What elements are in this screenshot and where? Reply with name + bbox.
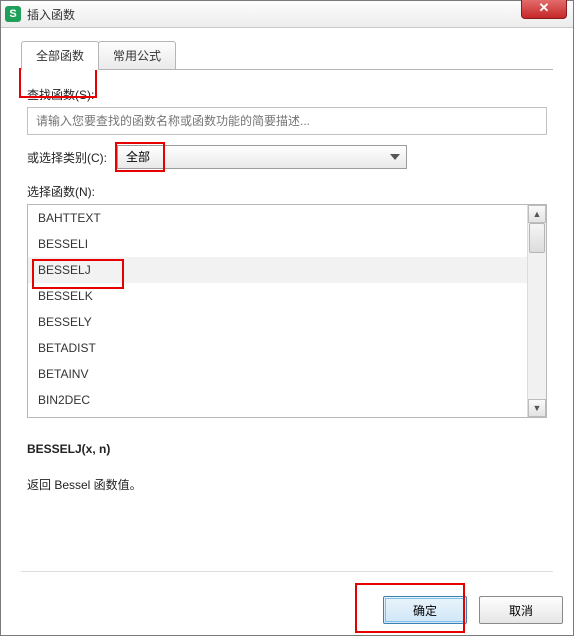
list-item[interactable]: BETAINV <box>28 361 528 387</box>
function-syntax: BESSELJ(x, n) <box>27 442 547 456</box>
category-select-wrap: 全部 <box>117 145 407 169</box>
list-item[interactable]: BESSELJ <box>28 257 528 283</box>
content-area: 查找函数(S): 或选择类别(C): 全部 选择函数(N): BAHTTEXT <box>21 70 553 493</box>
list-item[interactable]: BAHTTEXT <box>28 205 528 231</box>
scroll-thumb[interactable] <box>529 223 545 253</box>
dialog-body: 全部函数 常用公式 查找函数(S): 或选择类别(C): 全部 选择函数(N): <box>1 28 573 636</box>
chevron-down-icon <box>390 154 400 160</box>
list-item[interactable]: BESSELY <box>28 309 528 335</box>
list-item[interactable]: BESSELI <box>28 231 528 257</box>
window-title: 插入函数 <box>27 6 75 23</box>
cancel-button[interactable]: 取消 <box>479 596 563 624</box>
tab-strip: 全部函数 常用公式 <box>21 42 553 70</box>
function-list-section: 选择函数(N): BAHTTEXT BESSELI BESSELJ BESSEL… <box>27 183 547 418</box>
search-label: 查找函数(S): <box>27 86 547 103</box>
scroll-track[interactable] <box>528 223 546 399</box>
function-list-inner: BAHTTEXT BESSELI BESSELJ BESSELK BESSELY… <box>28 205 528 417</box>
category-row: 或选择类别(C): 全部 <box>27 145 547 169</box>
dialog-footer: 确定 取消 <box>1 582 573 636</box>
ok-button[interactable]: 确定 <box>383 596 467 624</box>
list-item[interactable]: BESSELK <box>28 283 528 309</box>
list-item[interactable]: BIN2DEC <box>28 387 528 413</box>
titlebar: S 插入函数 ✕ <box>1 1 573 28</box>
scrollbar-vertical[interactable]: ▲ ▼ <box>527 205 546 417</box>
search-input[interactable] <box>27 107 547 135</box>
footer-separator <box>21 571 553 572</box>
scroll-down-button[interactable]: ▼ <box>528 399 546 417</box>
close-button[interactable]: ✕ <box>521 0 567 19</box>
function-details: BESSELJ(x, n) 返回 Bessel 函数值。 <box>27 442 547 493</box>
function-list-label: 选择函数(N): <box>27 183 547 200</box>
category-label: 或选择类别(C): <box>27 149 107 166</box>
insert-function-dialog: S 插入函数 ✕ 全部函数 常用公式 查找函数(S): 或选择类别(C): 全部 <box>0 0 574 636</box>
category-select[interactable]: 全部 <box>117 145 407 169</box>
category-selected-value: 全部 <box>126 150 150 164</box>
tab-common-formulas[interactable]: 常用公式 <box>98 41 176 70</box>
app-icon: S <box>5 6 21 22</box>
tab-all-functions[interactable]: 全部函数 <box>21 41 99 70</box>
function-listbox[interactable]: BAHTTEXT BESSELI BESSELJ BESSELK BESSELY… <box>27 204 547 418</box>
scroll-up-button[interactable]: ▲ <box>528 205 546 223</box>
list-item[interactable]: BETADIST <box>28 335 528 361</box>
function-description: 返回 Bessel 函数值。 <box>27 476 547 493</box>
